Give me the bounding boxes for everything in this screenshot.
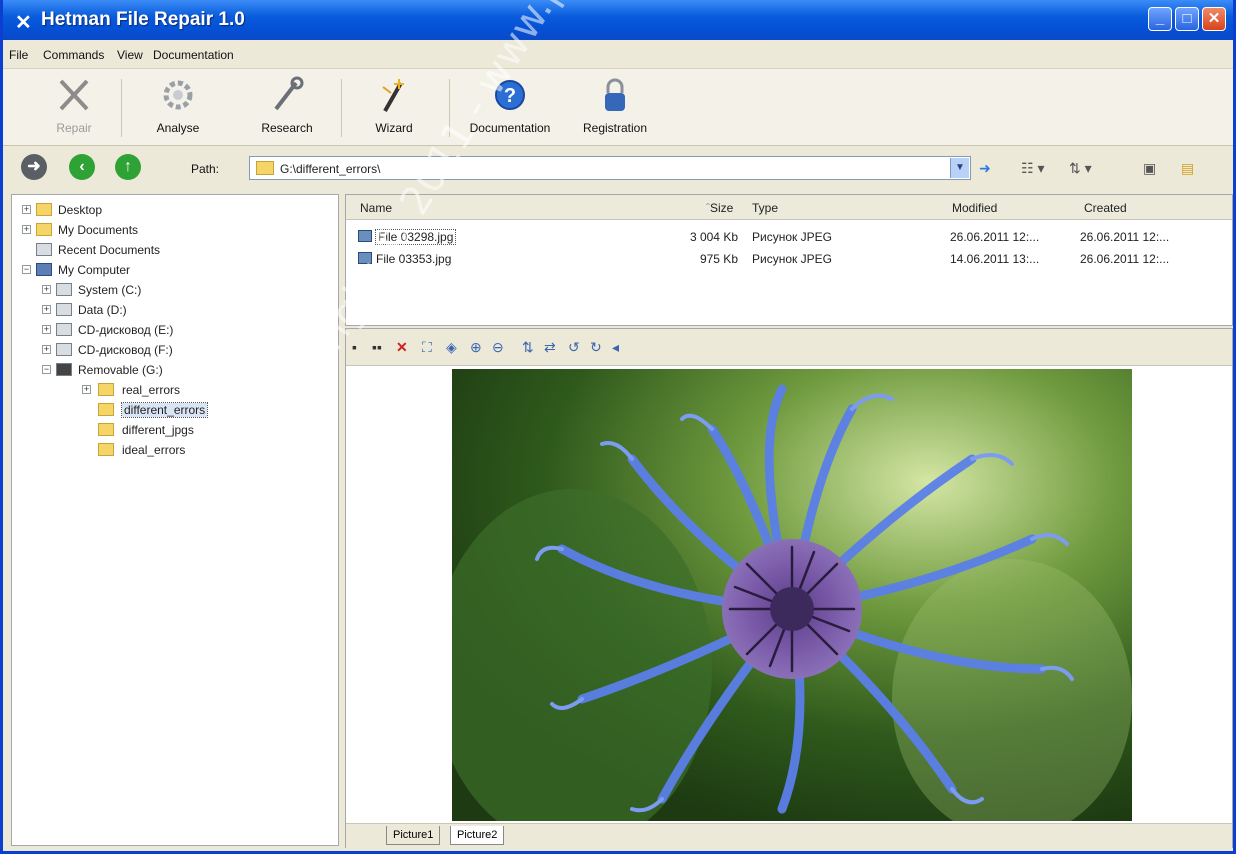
repair-button[interactable]: Repair	[39, 75, 109, 141]
chevron-down-icon[interactable]: ▼	[950, 158, 969, 178]
folder-icon	[36, 223, 52, 236]
drive-icon	[56, 283, 72, 296]
drive-icon	[56, 303, 72, 316]
expand-icon[interactable]: +	[22, 225, 31, 234]
window-title: Hetman File Repair 1.0	[41, 9, 245, 30]
expand-icon[interactable]: +	[82, 385, 91, 394]
column-modified[interactable]: Modified	[952, 201, 997, 215]
computer-icon	[36, 263, 52, 276]
menu-documentation[interactable]: Documentation	[153, 48, 234, 62]
image-file-icon	[358, 230, 372, 242]
expand-icon[interactable]: +	[42, 325, 51, 334]
save-all-icon[interactable]: ▪▪	[372, 339, 382, 355]
table-row[interactable]: File 03298.jpg 3 004 Kb Рисунок JPEG 26.…	[346, 227, 1232, 247]
preview-image	[452, 369, 1132, 821]
column-name[interactable]: Name	[360, 201, 392, 215]
cd-drive-icon	[56, 323, 72, 336]
analyse-icon	[163, 80, 193, 110]
minimize-button[interactable]: _	[1148, 7, 1172, 31]
folder-icon	[98, 443, 114, 456]
maximize-button[interactable]: □	[1175, 7, 1199, 31]
tab-picture1[interactable]: Picture1	[386, 826, 441, 845]
folder-icon	[98, 383, 114, 396]
mirror-icon[interactable]: ⇄	[544, 339, 556, 356]
table-row[interactable]: File 03353.jpg 975 Kb Рисунок JPEG 14.06…	[346, 249, 1232, 269]
wizard-icon	[382, 79, 404, 112]
menu-commands[interactable]: Commands	[43, 48, 104, 62]
navigation-bar: ➜ ‹ ↑ Path: G:\different_errors\ ▼ ➜ ☷ ▾…	[3, 146, 1233, 190]
save-icon[interactable]: ▪	[352, 339, 357, 355]
expand-icon[interactable]: +	[22, 205, 31, 214]
menu-bar: File Commands View Documentation	[3, 44, 1233, 64]
column-type[interactable]: Type	[752, 201, 778, 215]
svg-text:?: ?	[504, 85, 516, 107]
collapse-icon[interactable]: −	[22, 265, 31, 274]
delete-icon[interactable]: ✕	[396, 339, 408, 356]
fit-icon[interactable]: ⛶	[422, 339, 432, 356]
rotate-left-icon[interactable]: ↺	[568, 339, 580, 356]
research-button[interactable]: Research	[247, 75, 327, 141]
rotate-icon[interactable]: ◈	[446, 339, 457, 356]
tab-picture2[interactable]: Picture2	[450, 826, 505, 845]
preview-panel: ▪ ▪▪ ✕ ⛶ ◈ ⊕ ⊖ ⇅ ⇄ ↺ ↻ ◂ Picture1 Pictur…	[345, 328, 1233, 848]
up-button[interactable]: ↑	[115, 154, 141, 180]
expand-icon[interactable]: +	[42, 345, 51, 354]
title-bar[interactable]: ✕ Hetman File Repair 1.0 _ □ ✕	[3, 0, 1233, 40]
menu-file[interactable]: File	[9, 48, 28, 62]
removable-drive-icon	[56, 363, 72, 376]
expand-icon[interactable]: +	[42, 285, 51, 294]
registration-button[interactable]: Registration	[573, 75, 657, 141]
repair-icon	[59, 79, 89, 111]
flip-icon[interactable]: ⇅	[522, 339, 534, 356]
back-button[interactable]: ‹	[69, 154, 95, 180]
wizard-button[interactable]: Wizard	[359, 75, 429, 141]
zoom-out-icon[interactable]: ⊖	[492, 339, 504, 356]
preview-toggle-icon[interactable]: ▣	[1143, 160, 1156, 177]
close-button[interactable]: ✕	[1202, 7, 1226, 31]
rotate-right-icon[interactable]: ↻	[590, 339, 602, 356]
go-arrow-icon[interactable]: ➜	[979, 160, 991, 177]
folder-icon	[36, 203, 52, 216]
folder-tree: + Desktop + My Documents Recent Document…	[11, 194, 339, 846]
image-file-icon	[358, 252, 372, 264]
help-icon: ?	[495, 80, 525, 110]
column-size[interactable]: Size	[710, 201, 733, 215]
prev-icon[interactable]: ◂	[612, 339, 619, 356]
folder-icon	[98, 423, 114, 436]
file-list-header: Name ˆ Size Type Modified Created	[346, 195, 1232, 220]
zoom-in-icon[interactable]: ⊕	[470, 339, 482, 356]
main-toolbar: Repair Analyse Research Wizard ? Documen…	[3, 68, 1233, 146]
toolbar-separator	[121, 79, 122, 137]
toolbar-separator	[449, 79, 450, 137]
toolbar-separator	[341, 79, 342, 137]
sort-icon[interactable]: ⇅ ▾	[1069, 160, 1092, 177]
documentation-button[interactable]: ? Documentation	[461, 75, 559, 141]
menu-view[interactable]: View	[117, 48, 143, 62]
app-logo-icon: ✕	[15, 12, 32, 34]
collapse-icon[interactable]: −	[42, 365, 51, 374]
folder-icon	[256, 161, 274, 175]
picture-tabs: Picture1 Picture2	[346, 823, 1232, 848]
analyse-button[interactable]: Analyse	[143, 75, 213, 141]
file-list: Name ˆ Size Type Modified Created File 0…	[345, 194, 1233, 326]
path-label: Path:	[191, 162, 220, 176]
path-input[interactable]: G:\different_errors\ ▼	[249, 156, 971, 180]
research-icon	[274, 76, 304, 111]
back-disabled-icon[interactable]: ➜	[21, 154, 47, 180]
column-created[interactable]: Created	[1084, 201, 1127, 215]
app-window: ✕ Hetman File Repair 1.0 _ □ ✕ File Comm…	[0, 0, 1236, 854]
folder-panel-icon[interactable]: ▤	[1181, 160, 1194, 177]
expand-icon[interactable]: +	[42, 305, 51, 314]
folder-icon	[98, 403, 114, 416]
lock-icon	[605, 78, 625, 111]
recent-icon	[36, 243, 52, 256]
view-mode-icon[interactable]: ☷ ▾	[1021, 160, 1044, 177]
preview-toolbar: ▪ ▪▪ ✕ ⛶ ◈ ⊕ ⊖ ⇅ ⇄ ↺ ↻ ◂	[346, 329, 1232, 366]
cd-drive-icon	[56, 343, 72, 356]
